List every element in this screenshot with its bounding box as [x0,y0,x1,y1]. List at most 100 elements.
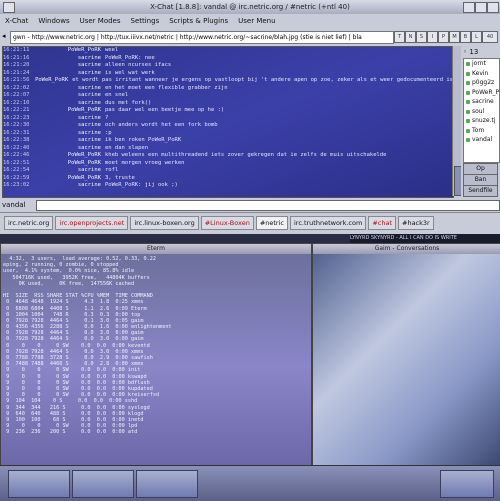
mode-m-button[interactable]: M [449,31,460,43]
window-menu-icon[interactable] [3,2,15,13]
nickname[interactable]: PoWeR_PoRK [33,175,105,183]
topic-input[interactable]: gwn - http://www.netric.org | http://tux… [10,31,394,44]
user-item[interactable]: snuze.tj [464,116,499,126]
sendfile-button[interactable]: Sendfile [463,185,498,197]
maximize-icon[interactable] [475,2,487,13]
nickname[interactable]: PoWeR_PoRK [33,160,105,168]
message-text: 3, truste [105,174,135,181]
mode-b-button[interactable]: B [460,31,471,43]
channel-tab[interactable]: irc.openprojects.net [55,216,129,230]
channel-tab[interactable]: irc.linux-boxen.org [130,216,199,230]
menubar: X-Chat Windows User Modes Settings Scrip… [0,14,500,29]
taskbar-button-1[interactable] [8,470,70,498]
chat-line: 16:22:30 sacrine och anders wordt het een … [3,122,453,130]
nickname[interactable]: sacrine [33,122,105,130]
nick-label[interactable]: vandal [2,200,26,210]
menu-windows[interactable]: Windows [33,14,74,28]
gaim-title[interactable]: Gaim - Conversations [313,244,500,254]
message-text: rofl [105,167,119,173]
mode-n-button[interactable]: N [405,31,416,43]
timestamp: 16:22:38 [3,137,30,143]
nickname[interactable]: sacrine [33,55,105,63]
chat-line: 16:22:31 sacrine:p [3,130,453,138]
menu-settings[interactable]: Settings [126,14,165,28]
user-item[interactable]: Kevin [464,69,499,79]
message-text: pas daar wel een beetje mee op he :) [105,107,225,113]
channel-tab[interactable]: #Linux-Boxen [200,216,254,230]
mode-i-button[interactable]: I [427,31,438,43]
user-count-value: 13 [469,48,479,56]
user-item[interactable]: PoWeR_PoRK [464,88,499,98]
timestamp: 16:22:59 [3,174,30,181]
channel-tab[interactable]: #hack3r [398,216,434,230]
topic-arrow-icon[interactable]: ◂ [2,32,6,40]
nickname[interactable]: sacrine [33,62,105,70]
menu-xchat[interactable]: X-Chat [0,14,33,28]
xchat-titlebar[interactable]: X-Chat [1.8.8]: vandal @ irc.netric.org … [0,0,500,15]
taskbar-clock-area[interactable] [440,470,494,498]
message-text: ? [105,114,109,121]
nickname[interactable]: sacrine [33,70,105,78]
mode-l-button[interactable]: L [471,31,482,43]
terminal-window[interactable]: Eterm 4:32, 3 users, load average: 0.52,… [0,243,312,467]
user-item[interactable]: jornt [464,59,499,69]
close-icon[interactable] [487,2,499,13]
timestamp: 16:21:56 [3,77,30,83]
nickname[interactable]: sacrine [33,130,105,138]
chat-scrollbar[interactable] [452,46,462,196]
mode-t-button[interactable]: T [394,31,405,43]
nickname[interactable]: sacrine [33,115,105,123]
chat-text-area[interactable]: 16:21:11 PoWeR_PoRK weel 16:21:16 sacrine PoW… [2,46,454,198]
nickname[interactable]: sacrine [33,182,105,190]
timestamp: 16:23:02 [3,182,30,188]
terminal-output[interactable]: 4:32, 3 users, load average: 0.52, 0.33,… [3,256,309,464]
nickname[interactable]: sacrine [33,145,105,153]
xchat-window: X-Chat [1.8.8]: vandal @ irc.netric.org … [0,0,500,234]
nickname[interactable]: sacrine [33,137,105,145]
menu-scripts-plugins[interactable]: Scripts & Plugins [164,14,233,28]
channel-tab[interactable]: irc.truthnetwork.com [289,216,367,230]
window-title: X-Chat [1.8.8]: vandal @ irc.netric.org … [150,3,350,11]
minimize-icon[interactable] [463,2,475,13]
channel-tab[interactable]: #chat [368,216,396,230]
nickname[interactable]: PoWeR_PoRK [33,107,105,115]
user-item[interactable]: vandal [464,135,499,145]
mode-p-button[interactable]: P [438,31,449,43]
chat-line: 16:22:40 sacrine en dan slapen [3,145,453,153]
taskbar [0,465,500,501]
userlist-panel: ◦ 13 jorntKevinp0gg2zPoWeR_PoRKsacrineso… [461,46,500,197]
menu-user-menu[interactable]: User Menu [233,14,280,28]
nickname[interactable]: sacrine [33,167,105,175]
nickname[interactable]: PoWeR_PoRK [33,47,105,55]
input-bar: vandal [0,198,500,212]
channel-tab[interactable]: #netric [255,216,288,230]
message-text: en het moet een flexible grabber zijn [105,84,228,91]
chat-line: 16:22:54 sacrine rofl [3,167,453,175]
terminal-title[interactable]: Eterm [1,244,311,254]
menu-user-modes[interactable]: User Modes [75,14,126,28]
timestamp: 16:22:21 [3,107,30,113]
userlist[interactable]: jorntKevinp0gg2zPoWeR_PoRKsacrinesoulsnu… [463,58,500,163]
message-text: en snel [105,92,129,98]
timestamp: 16:22:02 [3,84,30,91]
user-item[interactable]: sacrine [464,97,499,107]
limit-field[interactable]: 40 [482,31,498,43]
nickname[interactable]: sacrine [33,92,105,100]
channel-tab[interactable]: irc.netric.org [4,216,54,230]
message-text: moet morgen vroeg werken [105,159,185,166]
taskbar-button-2[interactable] [72,470,134,498]
nickname[interactable]: sacrine [33,85,105,93]
message-input[interactable] [36,200,500,211]
message-text: weel [105,47,119,53]
chat-line: 16:22:10 sacrine dus met fork() [3,100,453,108]
user-item[interactable]: soul [464,107,499,117]
gaim-window[interactable]: Gaim - Conversations [312,243,500,467]
chat-line: 16:22:21 PoWeR_PoRK pas daar wel een beetj… [3,107,453,115]
mode-s-button[interactable]: S [416,31,427,43]
taskbar-button-3[interactable] [136,470,198,498]
nickname[interactable]: PoWeR_PoRK [30,77,73,85]
user-item[interactable]: Tom [464,126,499,136]
user-item[interactable]: p0gg2z [464,78,499,88]
nickname[interactable]: PoWeR_PoRK [33,152,105,160]
nickname[interactable]: sacrine [33,100,105,108]
